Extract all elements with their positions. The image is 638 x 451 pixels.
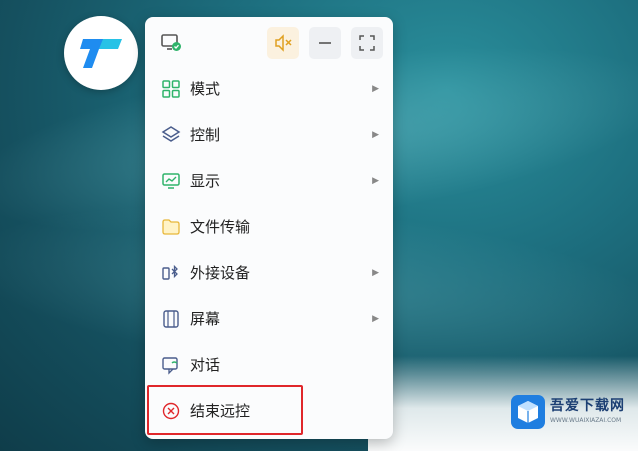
mute-button[interactable] — [267, 27, 299, 59]
menu-item-display[interactable]: 显示 ▶ — [145, 159, 393, 203]
menu-item-label: 模式 — [190, 80, 221, 98]
menu-item-chat[interactable]: 对话 — [145, 343, 393, 387]
fullscreen-icon — [359, 35, 375, 51]
submenu-arrow-icon: ▶ — [372, 84, 379, 94]
menu-item-screen[interactable]: 屏幕 ▶ — [145, 297, 393, 341]
submenu-arrow-icon: ▶ — [372, 130, 379, 140]
menu-item-label: 对话 — [190, 356, 221, 374]
menu-item-label: 屏幕 — [190, 310, 221, 328]
submenu-arrow-icon: ▶ — [372, 314, 379, 324]
watermark-subtitle: WWW.WUAIXIAZAI.COM — [550, 417, 622, 424]
submenu-arrow-icon: ▶ — [372, 268, 379, 278]
menu-item-label: 文件传输 — [190, 218, 251, 236]
menu-item-label: 控制 — [190, 126, 221, 144]
minimize-button[interactable] — [309, 27, 341, 59]
watermark: 吾爱下载网 WWW.WUAIXIAZAI.COM — [510, 391, 630, 433]
chat-icon — [162, 357, 178, 375]
mute-speaker-icon — [275, 34, 292, 52]
monitor-check-icon — [161, 34, 181, 51]
highlight-box — [147, 385, 303, 435]
layers-icon — [161, 126, 181, 142]
menu-item-label: 显示 — [190, 172, 221, 190]
monitor-chart-icon — [162, 173, 180, 189]
monitor-status-button[interactable] — [155, 27, 187, 59]
app-logo-badge[interactable] — [64, 16, 138, 90]
menu-item-file-transfer[interactable]: 文件传输 — [145, 205, 393, 249]
grid-icon — [162, 80, 180, 98]
watermark-title: 吾爱下载网 — [550, 398, 625, 414]
menu-item-external-devices[interactable]: 外接设备 ▶ — [145, 251, 393, 295]
menu-item-label: 外接设备 — [190, 264, 251, 282]
todesk-logo-icon — [80, 39, 122, 68]
submenu-arrow-icon: ▶ — [372, 176, 379, 186]
menu-item-mode[interactable]: 模式 ▶ — [145, 67, 393, 111]
menu-toolbar — [155, 27, 383, 59]
watermark-logo-icon — [511, 395, 545, 429]
bluetooth-device-icon — [162, 264, 178, 280]
remote-control-menu: 模式 ▶ 控制 ▶ 显示 ▶ 文件传输 外接设备 ▶ 屏幕 ▶ 对话 结束远控 — [145, 17, 393, 439]
fullscreen-button[interactable] — [351, 27, 383, 59]
screen-icon — [163, 310, 179, 328]
menu-item-control[interactable]: 控制 ▶ — [145, 113, 393, 157]
folder-icon — [162, 219, 180, 235]
minimize-icon — [319, 42, 331, 44]
